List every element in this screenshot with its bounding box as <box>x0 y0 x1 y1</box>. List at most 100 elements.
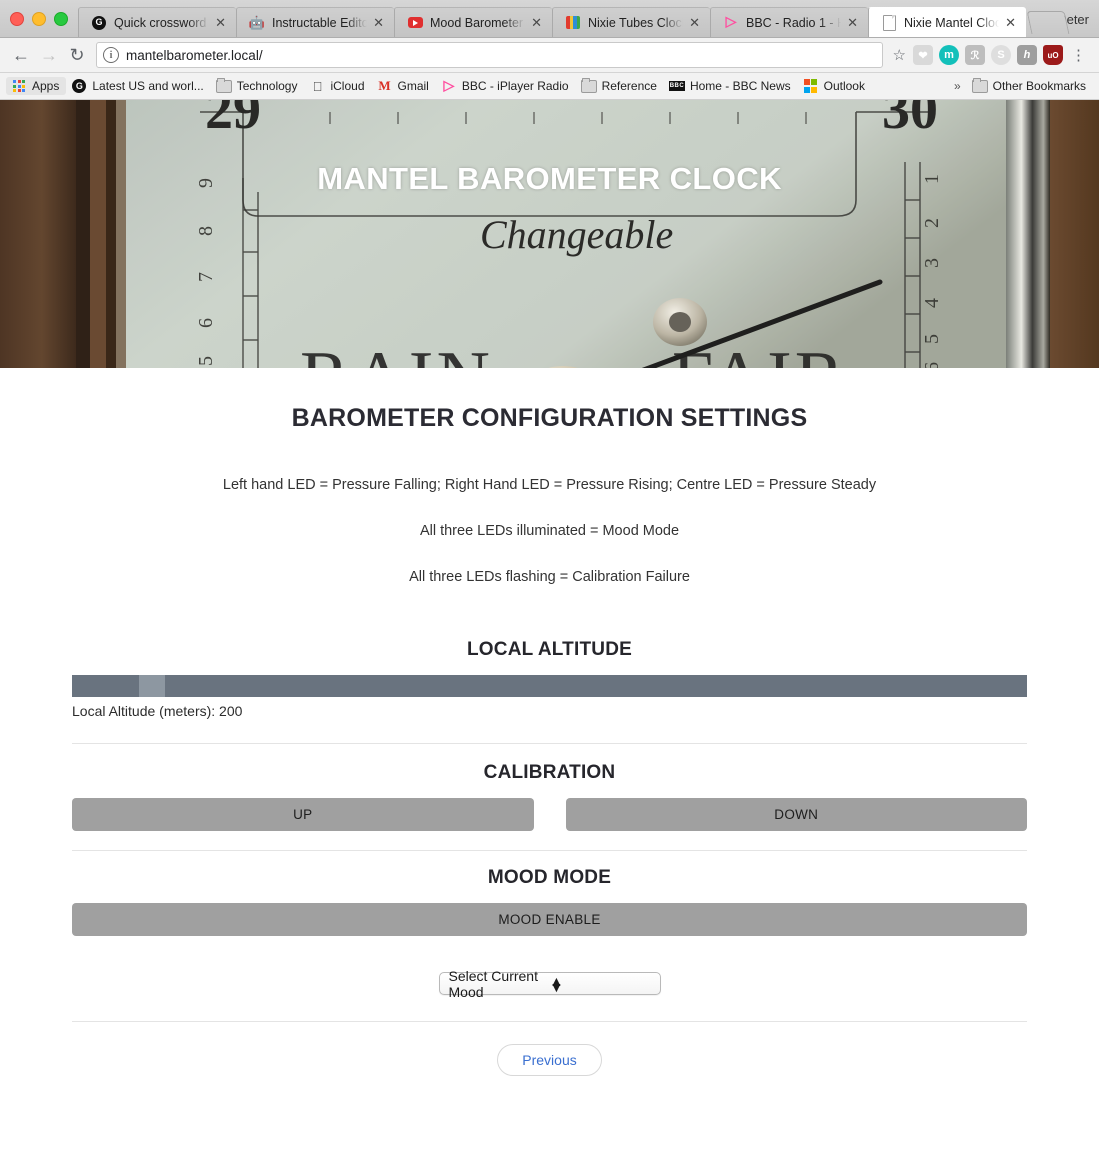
close-tab-icon[interactable]: ✕ <box>687 16 702 29</box>
bookmark-apps[interactable]: Apps <box>6 77 67 95</box>
forward-arrow-icon[interactable]: → <box>36 42 62 68</box>
folder-icon <box>971 77 988 93</box>
gmail-icon: M <box>378 78 391 93</box>
minimize-window-button[interactable] <box>32 12 46 26</box>
folder-icon <box>580 77 597 93</box>
bookmark-label: Home - BBC News <box>689 79 791 93</box>
tab-mood-barometer[interactable]: Mood Barometer a ✕ <box>394 7 552 37</box>
folder-icon <box>215 77 232 93</box>
bookmarks-overflow-icon[interactable]: » <box>954 79 961 93</box>
tab-title: BBC - Radio 1 - Ho <box>746 15 841 30</box>
mood-mode-heading: MOOD MODE <box>487 867 612 888</box>
close-tab-icon[interactable]: ✕ <box>845 16 860 29</box>
bookmark-latest-us-world[interactable]: G Latest US and worl... <box>66 77 210 95</box>
close-window-button[interactable] <box>10 12 24 26</box>
bookmark-label: Gmail <box>397 79 429 93</box>
bookmark-icloud[interactable]:  iCloud <box>304 77 371 95</box>
calibration-down-button[interactable]: DOWN <box>565 798 1027 831</box>
tab-quick-crossword[interactable]: G Quick crossword N ✕ <box>78 7 236 37</box>
altitude-slider[interactable] <box>72 675 1027 697</box>
bookmark-home-bbc-news[interactable]: BBC Home - BBC News <box>664 77 798 95</box>
rebrandly-extension-icon[interactable]: ℛ <box>965 45 985 65</box>
honey-extension-icon[interactable]: h <box>1017 45 1037 65</box>
mega-extension-icon[interactable]: m <box>939 45 959 65</box>
bookmark-outlook[interactable]: Outlook <box>798 77 872 95</box>
bbc-iplayer-icon: ▷ <box>725 14 737 30</box>
reload-icon[interactable]: ↻ <box>64 42 90 68</box>
barometer-photo: 29 30 9 8 7 6 5 1 2 3 4 5 6 Changeable R… <box>0 100 1099 368</box>
bookmark-reference[interactable]: Reference <box>576 77 664 95</box>
bookmark-label: BBC - iPlayer Radio <box>461 79 569 93</box>
bookmark-technology[interactable]: Technology <box>211 77 305 95</box>
tab-nixie-mantel-clock[interactable]: Nixie Mantel Clock ✕ <box>868 7 1026 37</box>
close-tab-icon[interactable]: ✕ <box>529 16 544 29</box>
calibration-up-button[interactable]: UP <box>72 798 534 831</box>
legend-line-2: All three LEDs illuminated = Mood Mode <box>419 523 680 539</box>
browser-menu-icon[interactable]: ⋮ <box>1066 46 1091 64</box>
tab-title: Nixie Mantel Clock <box>904 15 1000 30</box>
zoom-window-button[interactable] <box>54 12 68 26</box>
previous-button[interactable]: Previous <box>497 1044 602 1076</box>
tab-strip: G Quick crossword N ✕ 🤖 Instructable Edi… <box>0 0 1099 38</box>
bookmark-label: Reference <box>601 79 657 93</box>
tab-instructable-editor[interactable]: 🤖 Instructable Editor ✕ <box>236 7 394 37</box>
led-legend: Left hand LED = Pressure Falling; Right … <box>0 477 1099 585</box>
divider <box>72 1021 1027 1022</box>
altitude-value-label: Local Altitude (meters): 200 <box>72 703 243 719</box>
local-altitude-heading: LOCAL ALTITUDE <box>467 639 632 660</box>
bookmark-label: Technology <box>236 79 298 93</box>
bookmark-bbc-iplayer-radio[interactable]: ▷ BBC - iPlayer Radio <box>436 77 576 95</box>
window-controls <box>0 12 78 37</box>
bookmark-label: Latest US and worl... <box>92 79 204 93</box>
bookmark-other-bookmarks[interactable]: Other Bookmarks <box>967 77 1093 95</box>
calibration-buttons: UP DOWN <box>72 798 1027 831</box>
new-tab-button[interactable] <box>1026 11 1070 34</box>
close-tab-icon[interactable]: ✕ <box>213 16 228 29</box>
altitude-slider-thumb[interactable] <box>138 675 165 697</box>
chevron-down-icon: ▼ <box>549 978 564 995</box>
close-tab-icon[interactable]: ✕ <box>1003 16 1018 29</box>
apple-icon:  <box>309 79 325 94</box>
guardian-icon: G <box>91 15 107 31</box>
web-page: 29 30 9 8 7 6 5 1 2 3 4 5 6 Changeable R… <box>0 100 1099 1076</box>
bookmark-label: Other Bookmarks <box>992 79 1086 93</box>
address-bar[interactable]: i mantelbarometer.local/ <box>96 42 883 68</box>
youtube-icon <box>407 15 423 31</box>
tab-title: Nixie Tubes Clock <box>588 15 684 30</box>
tab-bbc-radio-1[interactable]: ▷ BBC - Radio 1 - Ho ✕ <box>710 7 868 37</box>
legend-line-1: Left hand LED = Pressure Falling; Right … <box>222 477 877 493</box>
divider <box>72 743 1027 744</box>
bookmark-label: Outlook <box>823 79 865 93</box>
page-content: BAROMETER CONFIGURATION SETTINGS Left ha… <box>0 404 1099 1076</box>
mood-select-value: Select Current Mood <box>448 967 538 1000</box>
navigation-toolbar: ← → ↻ i mantelbarometer.local/ ☆ ❤ m ℛ S… <box>0 38 1099 73</box>
bookmark-star-icon[interactable]: ☆ <box>889 46 910 64</box>
tab-title: Instructable Editor <box>272 15 368 30</box>
url-text: mantelbarometer.local/ <box>126 47 263 63</box>
tab-title: Quick crossword N <box>114 15 210 30</box>
microsoft-icon <box>803 79 819 93</box>
stepper-icon[interactable]: ▲ ▼ <box>549 974 654 995</box>
divider <box>72 850 1027 851</box>
bookmark-gmail[interactable]: M Gmail <box>372 77 436 95</box>
hero-title: MANTEL BAROMETER CLOCK <box>317 161 782 196</box>
site-info-icon[interactable]: i <box>103 47 119 63</box>
altitude-slider-wrap: Local Altitude (meters): 200 <box>72 675 1027 719</box>
mood-select[interactable]: Select Current Mood ▲ ▼ <box>438 968 661 1000</box>
pocket-extension-icon[interactable]: ❤ <box>913 45 933 65</box>
bookmarks-bar: Apps G Latest US and worl... Technology … <box>0 73 1099 100</box>
skype-extension-icon[interactable]: S <box>991 45 1011 65</box>
nixie-icon <box>565 15 581 31</box>
mood-enable-button[interactable]: MOOD ENABLE <box>72 903 1027 936</box>
tab-nixie-tubes-clock[interactable]: Nixie Tubes Clock ✕ <box>552 7 710 37</box>
bookmark-label: iCloud <box>330 79 365 93</box>
calibration-section: CALIBRATION UP DOWN <box>72 762 1027 831</box>
close-tab-icon[interactable]: ✕ <box>371 16 386 29</box>
bbc-news-icon: BBC <box>668 81 685 91</box>
browser-chrome: G Quick crossword N ✕ 🤖 Instructable Edi… <box>0 0 1099 100</box>
back-arrow-icon[interactable]: ← <box>8 42 34 68</box>
mood-select-row: Select Current Mood ▲ ▼ <box>72 968 1027 1000</box>
tab-title: Mood Barometer a <box>430 15 526 30</box>
ublock-origin-extension-icon[interactable]: uO <box>1043 45 1063 65</box>
local-altitude-section: LOCAL ALTITUDE Local Altitude (meters): … <box>72 639 1027 719</box>
